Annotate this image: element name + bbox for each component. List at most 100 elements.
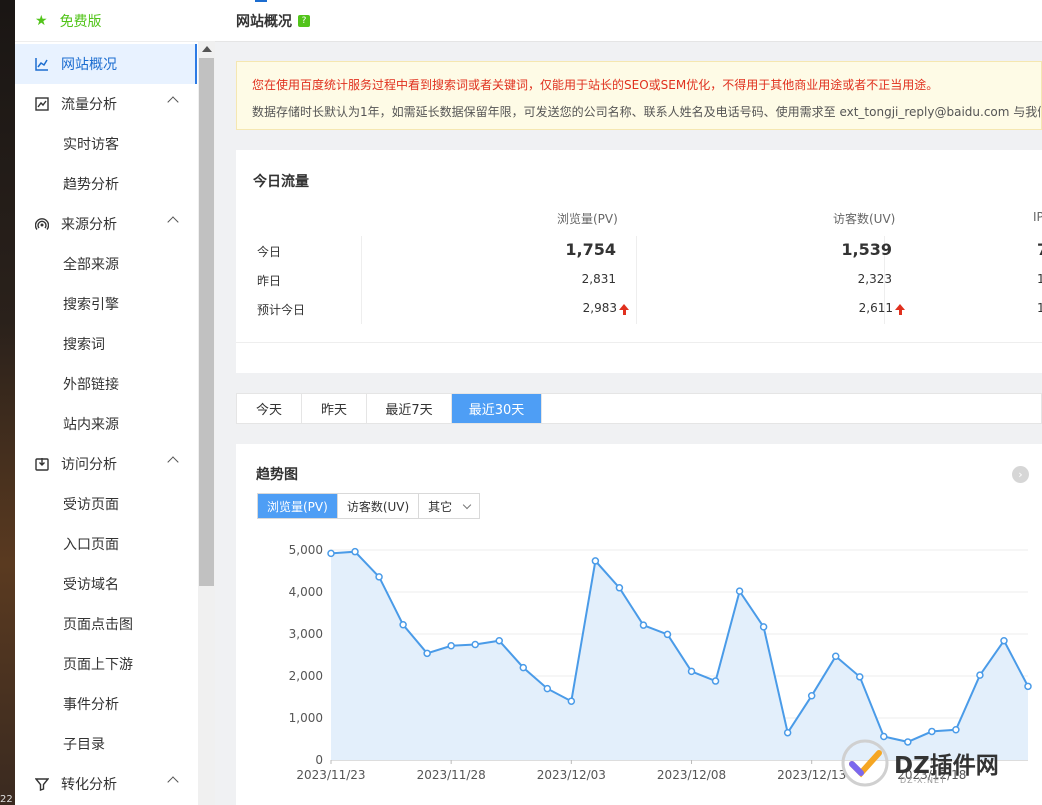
desktop-background-strip: 22 bbox=[0, 0, 15, 805]
data-point bbox=[687, 667, 696, 676]
sidebar-item-trend-analysis[interactable]: 趋势分析 bbox=[15, 164, 197, 204]
today-traffic-card: 今日流量 浏览量(PV) 访客数(UV) IP 今日 1,754 1,539 7… bbox=[236, 150, 1042, 373]
yesterday-pv-value: 2,831 bbox=[581, 272, 616, 286]
star-icon: ★ bbox=[35, 12, 48, 29]
sidebar-item-external-links[interactable]: 外部链接 bbox=[15, 364, 197, 404]
active-tab-marker bbox=[255, 0, 267, 2]
data-point bbox=[471, 640, 479, 649]
data-point bbox=[1000, 636, 1008, 645]
sidebar-group-traffic[interactable]: 流量分析 bbox=[15, 84, 197, 124]
signal-icon bbox=[35, 217, 49, 231]
date-range-tabs: 今天 昨天 最近7天 最近30天 bbox=[236, 393, 1042, 424]
forecast-uv-number: 2,611 bbox=[858, 301, 893, 315]
up-arrow-icon bbox=[619, 304, 629, 315]
chevron-up-icon bbox=[167, 456, 179, 468]
data-point bbox=[447, 642, 455, 650]
forecast-pv-number: 2,983 bbox=[582, 301, 617, 315]
sidebar-item-search-terms[interactable]: 搜索词 bbox=[15, 324, 197, 364]
sidebar-group-conversion[interactable]: 转化分析 bbox=[15, 764, 197, 804]
series-area bbox=[331, 551, 1028, 760]
data-point bbox=[327, 549, 335, 558]
sidebar-item-internal-sources[interactable]: 站内来源 bbox=[15, 404, 197, 444]
sidebar-item-visited-domains[interactable]: 受访域名 bbox=[15, 564, 197, 604]
sidebar-group-source[interactable]: 来源分析 bbox=[15, 204, 197, 244]
data-point bbox=[495, 636, 503, 645]
watermark-logo-icon bbox=[841, 739, 889, 787]
sidebar-item-label: 网站概况 bbox=[61, 57, 117, 73]
plan-label: 免费版 bbox=[59, 13, 102, 30]
scroll-up-arrow-icon[interactable] bbox=[202, 46, 212, 52]
data-point bbox=[831, 652, 840, 661]
data-point bbox=[856, 673, 864, 681]
trend-title: 趋势图 bbox=[256, 467, 298, 483]
x-tick-label: 2023/12/03 bbox=[537, 768, 606, 782]
page-header: 网站概况 ? bbox=[215, 0, 1042, 42]
help-icon[interactable]: ? bbox=[298, 14, 310, 27]
sidebar-item-entry-pages[interactable]: 入口页面 bbox=[15, 524, 197, 564]
sidebar-group-visit[interactable]: 访问分析 bbox=[15, 444, 197, 484]
yesterday-uv-value: 2,323 bbox=[857, 272, 892, 286]
forecast-pv-value: 2,983 bbox=[583, 301, 629, 315]
data-point bbox=[351, 547, 359, 556]
sidebar-item-event-analysis[interactable]: 事件分析 bbox=[15, 684, 197, 724]
data-point bbox=[807, 691, 816, 700]
metric-other-label: 其它 bbox=[428, 499, 453, 514]
data-point bbox=[928, 727, 936, 736]
chevron-right-icon[interactable]: › bbox=[1012, 466, 1029, 483]
tab-last-7-days[interactable]: 最近7天 bbox=[367, 394, 452, 423]
chevron-down-icon bbox=[462, 500, 472, 509]
sidebar-item-label: 来源分析 bbox=[61, 217, 117, 233]
column-header-uv: 访客数(UV) bbox=[833, 212, 896, 226]
today-ip-value: 7 bbox=[1037, 240, 1042, 259]
sidebar-item-realtime-visitors[interactable]: 实时访客 bbox=[15, 124, 197, 164]
plan-indicator[interactable]: ★ 免费版 bbox=[15, 0, 215, 42]
sidebar-item-click-map[interactable]: 页面点击图 bbox=[15, 604, 197, 644]
sidebar-item-page-flow[interactable]: 页面上下游 bbox=[15, 644, 197, 684]
tab-today[interactable]: 今天 bbox=[237, 394, 302, 423]
column-divider bbox=[636, 236, 637, 324]
metric-tab-pv[interactable]: 浏览量(PV) bbox=[258, 494, 338, 518]
edge-text: 22 bbox=[0, 794, 13, 805]
x-tick-label: 2023/11/23 bbox=[296, 768, 365, 782]
today-pv-value: 1,754 bbox=[565, 240, 616, 259]
data-point bbox=[543, 684, 552, 693]
sidebar-item-subdirectory[interactable]: 子目录 bbox=[15, 724, 197, 764]
data-point bbox=[711, 677, 720, 685]
forecast-ip-value: 1 bbox=[1037, 301, 1042, 315]
data-point bbox=[759, 623, 768, 631]
page-title: 网站概况 bbox=[236, 13, 292, 30]
data-point bbox=[399, 621, 407, 629]
sidebar-scrollbar[interactable] bbox=[198, 42, 215, 805]
tab-last-30-days[interactable]: 最近30天 bbox=[452, 394, 542, 423]
metric-tab-uv[interactable]: 访客数(UV) bbox=[338, 494, 420, 518]
column-divider bbox=[361, 236, 362, 324]
sidebar-item-all-sources[interactable]: 全部来源 bbox=[15, 244, 197, 284]
chevron-up-icon bbox=[167, 776, 179, 788]
tab-yesterday[interactable]: 昨天 bbox=[302, 394, 367, 423]
sidebar-item-visited-pages[interactable]: 受访页面 bbox=[15, 484, 197, 524]
forecast-uv-value: 2,611 bbox=[859, 301, 905, 315]
scrollbar-thumb[interactable] bbox=[199, 58, 214, 586]
watermark-subtext: DZ-X.NET bbox=[900, 776, 946, 785]
x-tick-label: 2023/11/28 bbox=[417, 768, 486, 782]
data-point bbox=[663, 630, 672, 639]
yesterday-ip-value: 1 bbox=[1037, 272, 1042, 286]
sidebar-item-overview[interactable]: 网站概况 bbox=[15, 44, 197, 84]
data-point bbox=[567, 697, 576, 705]
today-traffic-title: 今日流量 bbox=[253, 174, 309, 190]
row-label-today: 今日 bbox=[257, 245, 282, 259]
data-point bbox=[639, 621, 648, 629]
data-point bbox=[952, 726, 960, 734]
sidebar-item-search-engine[interactable]: 搜索引擎 bbox=[15, 284, 197, 324]
up-arrow-icon bbox=[895, 304, 905, 315]
download-box-icon bbox=[35, 457, 49, 471]
chevron-up-icon bbox=[167, 96, 179, 108]
sidebar-item-label: 转化分析 bbox=[61, 777, 117, 793]
data-point bbox=[423, 649, 431, 658]
data-point bbox=[615, 584, 624, 592]
metric-dropdown-other[interactable]: 其它 bbox=[419, 494, 479, 518]
data-point bbox=[1024, 682, 1032, 691]
metric-switch: 浏览量(PV) 访客数(UV) 其它 bbox=[257, 493, 481, 519]
data-point bbox=[519, 663, 528, 672]
y-tick-label: 0 bbox=[315, 753, 323, 767]
